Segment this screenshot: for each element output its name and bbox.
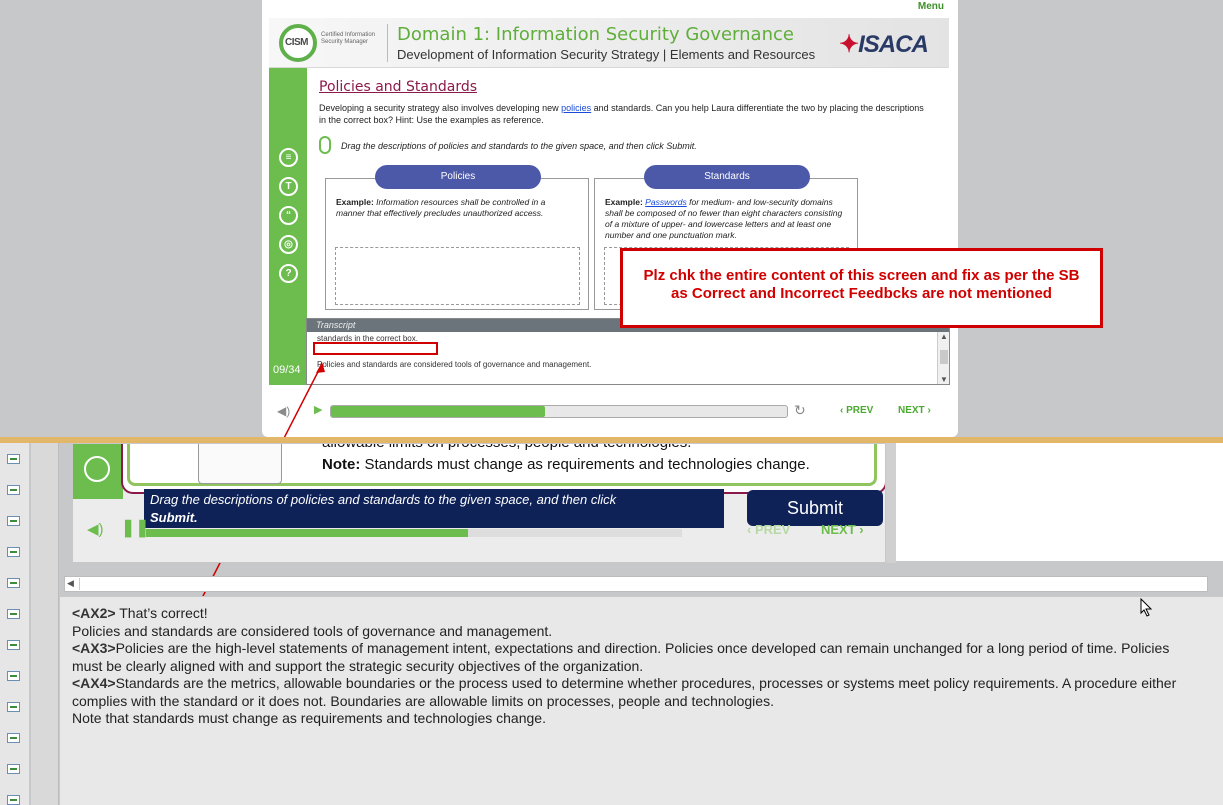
transcript-line: Policies and standards are considered to… (317, 360, 592, 369)
notes-line: must be clearly aligned with and support… (72, 657, 644, 674)
slide-thumbnail-icon[interactable] (7, 764, 20, 774)
header-divider (387, 24, 388, 62)
lesson-body: Developing a security strategy also invo… (319, 103, 924, 125)
scroll-up-icon[interactable]: ▲ (939, 332, 949, 341)
speaker-notes-panel[interactable]: <AX2> That’s correct! Policies and stand… (60, 596, 1223, 805)
transcript-scrollbar[interactable]: ▲ ▼ (937, 332, 949, 384)
drag-instruction: Drag the descriptions of policies and st… (341, 141, 697, 151)
cism-logo-subtitle: Certified Information Security Manager (321, 32, 376, 45)
domain-title: Domain 1: Information Security Governanc… (397, 24, 794, 45)
slide-thumbnail-icon[interactable] (7, 733, 20, 743)
preview-progress-fill (146, 529, 468, 537)
isaca-logo: ✦ISACA (839, 31, 929, 58)
scroll-down-icon[interactable]: ▼ (939, 375, 949, 384)
horizontal-scrollbar[interactable]: ◀ (64, 576, 1208, 592)
mouse-icon (319, 136, 331, 154)
preview-drop-slot (198, 444, 282, 484)
transcript-highlight-box (313, 342, 438, 355)
slide-thumbnail-icon[interactable] (7, 671, 20, 681)
preview-next-button[interactable]: NEXT › (821, 522, 864, 537)
next-button[interactable]: NEXT › (898, 405, 931, 416)
prev-button[interactable]: ‹ PREV (840, 405, 873, 416)
standards-tab: Standards (644, 165, 810, 189)
audio-progress-fill (331, 406, 546, 417)
notes-line: complies with the standard or it does no… (72, 692, 774, 709)
course-player-area: Menu CISM Certified Information Security… (0, 0, 1223, 437)
cism-logo: CISM (279, 24, 317, 62)
notes-icon[interactable]: ≡ (279, 148, 298, 167)
slide-thumbnail-icon[interactable] (7, 454, 20, 464)
preview-controls: ◀) ❚❚ ‹ PREV NEXT › (73, 516, 885, 546)
player-controls: ◀) ▶ ↻ ‹ PREV NEXT › (262, 398, 958, 424)
mouse-cursor-icon (1140, 598, 1153, 617)
preview-gap (886, 443, 896, 563)
slide-thumbnail-icon[interactable] (7, 516, 20, 526)
feedback-card-inner: allowable limits on processes, people an… (127, 444, 877, 486)
scroll-thumb[interactable] (940, 350, 948, 364)
notes-line: Policies and standards are considered to… (72, 622, 553, 639)
notes-line: Note that standards must change as requi… (72, 710, 546, 726)
slide-thumbnail-icon[interactable] (7, 640, 20, 650)
feedback-card: allowable limits on processes, people an… (121, 444, 885, 494)
page-counter: 09/34 (273, 364, 301, 376)
scroll-left-icon[interactable]: ◀ (67, 578, 74, 589)
resources-icon[interactable]: ◎ (279, 235, 298, 254)
text-icon[interactable]: T (279, 177, 298, 196)
replay-icon[interactable]: ↻ (794, 402, 806, 419)
right-blank-panel (896, 443, 1223, 561)
scroll-track[interactable] (79, 578, 1206, 590)
review-callout: Plz chk the entire content of this scree… (620, 248, 1103, 328)
slide-thumbnail-icon[interactable] (7, 795, 20, 805)
policies-link[interactable]: policies (561, 103, 591, 113)
preview-progress-bar[interactable] (146, 529, 682, 537)
slide-panel-gutter (31, 443, 59, 805)
menu-link[interactable]: Menu (918, 1, 944, 12)
lesson-title: Policies and Standards (319, 79, 478, 95)
slide-thumbnail-strip (0, 443, 30, 805)
preview-note-text: Note: Standards must change as requireme… (322, 456, 810, 473)
audio-progress-bar[interactable] (330, 405, 788, 418)
course-left-rail: ≡ T “ ◎ ? 09/34 (269, 68, 307, 385)
preview-left-rail (73, 444, 123, 499)
notes-line: <AX3>Policies are the high-level stateme… (72, 640, 1170, 656)
policies-example: Example: Information resources shall be … (336, 197, 546, 218)
slide-thumbnail-icon[interactable] (7, 547, 20, 557)
preview-feedback-text: allowable limits on processes, people an… (322, 444, 691, 451)
domain-subtitle: Development of Information Security Stra… (397, 47, 816, 62)
slide-thumbnail-icon[interactable] (7, 485, 20, 495)
speaker-notes-text: <AX2> That’s correct! Policies and stand… (72, 605, 1223, 728)
storyboard-preview: allowable limits on processes, people an… (72, 443, 886, 563)
volume-icon[interactable]: ◀) (87, 520, 104, 538)
review-callout-text: Plz chk the entire content of this scree… (643, 267, 1080, 302)
slide-thumbnail-icon[interactable] (7, 578, 20, 588)
play-icon[interactable]: ▶ (314, 403, 322, 416)
avatar-icon (84, 456, 110, 482)
notes-line: <AX4>Standards are the metrics, allowabl… (72, 675, 1177, 691)
notes-line: <AX2> That’s correct! (72, 605, 208, 621)
course-header: CISM Certified Information Security Mana… (269, 18, 949, 68)
policies-tab: Policies (375, 165, 541, 189)
passwords-link[interactable]: Passwords (645, 197, 687, 207)
slide-thumbnail-icon[interactable] (7, 702, 20, 712)
help-icon[interactable]: ? (279, 264, 298, 283)
preview-prev-button[interactable]: ‹ PREV (747, 522, 790, 537)
standards-example: Example: Passwords for medium- and low-s… (605, 197, 843, 240)
volume-icon[interactable]: ◀) (277, 404, 290, 418)
slide-thumbnail-icon[interactable] (7, 609, 20, 619)
quote-icon[interactable]: “ (279, 206, 298, 225)
policies-column: Policies Example: Information resources … (325, 165, 589, 310)
policies-drop-zone[interactable] (335, 247, 580, 305)
